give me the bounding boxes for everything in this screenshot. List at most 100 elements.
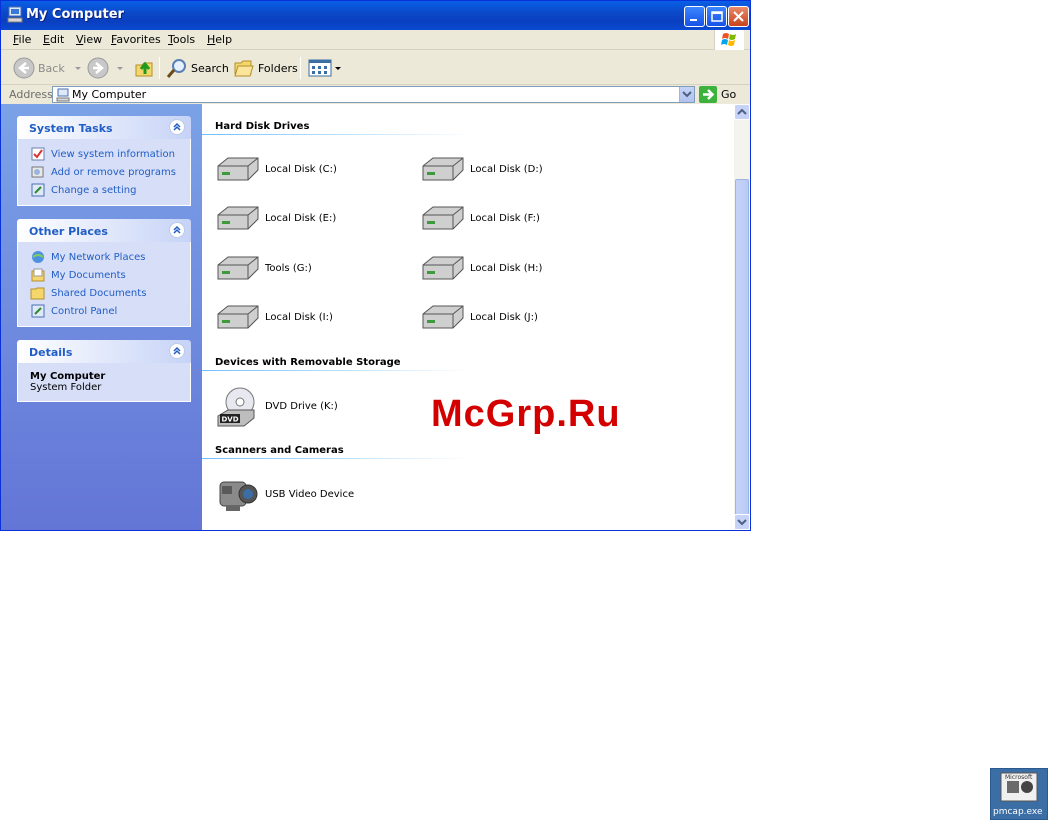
drive-item-k[interactable]: DVD DVD Drive (K:)	[216, 384, 338, 428]
address-input[interactable]: My Computer	[52, 86, 695, 103]
group-title-removable: Devices with Removable Storage	[215, 357, 401, 368]
other-places-header[interactable]: Other Places	[17, 219, 191, 242]
place-control-panel[interactable]: Control Panel	[30, 302, 190, 320]
chevron-down-icon	[74, 67, 81, 70]
double-chevron-up-icon	[173, 225, 181, 234]
maximize-icon	[711, 11, 723, 22]
address-label: Address	[9, 88, 53, 101]
dvd-drive-icon: DVD	[217, 387, 255, 427]
drive-item-j[interactable]: Local Disk (J:)	[421, 302, 538, 332]
menu-favorites[interactable]: Favorites	[111, 33, 161, 46]
menu-edit[interactable]: Edit	[43, 33, 64, 46]
back-arrow-icon	[13, 57, 35, 79]
collapse-button[interactable]	[169, 343, 185, 359]
drive-label: Local Disk (F:)	[470, 212, 540, 224]
task-view-system-information[interactable]: View system information	[30, 145, 190, 163]
forward-button[interactable]	[87, 55, 125, 81]
drive-label: Tools (G:)	[265, 262, 312, 274]
watermark-text: McGrp.Ru	[431, 393, 621, 435]
window-title: My Computer	[26, 7, 124, 22]
place-label: Control Panel	[51, 305, 118, 317]
system-info-icon	[31, 147, 45, 161]
drive-item-i[interactable]: Local Disk (I:)	[216, 302, 333, 332]
task-label: Change a setting	[51, 184, 137, 196]
folder-icon	[30, 287, 45, 300]
task-label: View system information	[51, 148, 175, 160]
drive-label: Local Disk (I:)	[265, 311, 333, 323]
back-button[interactable]: Back	[13, 55, 83, 81]
scroll-thumb[interactable]	[735, 179, 749, 515]
maximize-button[interactable]	[706, 6, 727, 27]
system-tasks-body: View system information Add or remove pr…	[17, 139, 191, 206]
place-my-network-places[interactable]: My Network Places	[30, 248, 190, 266]
device-label: USB Video Device	[265, 488, 355, 500]
hard-disk-icon	[217, 305, 259, 329]
drive-label: DVD Drive (K:)	[265, 400, 338, 412]
title-bar[interactable]: My Computer	[1, 1, 750, 30]
search-button[interactable]: Search	[166, 55, 229, 81]
system-tasks-panel: System Tasks View system information Add…	[17, 116, 191, 206]
menu-file[interactable]: File	[13, 33, 31, 46]
windows-logo	[714, 30, 744, 50]
views-icon	[308, 59, 332, 77]
drive-item-e[interactable]: Local Disk (E:)	[216, 203, 336, 233]
hard-disk-icon	[422, 206, 464, 230]
drive-item-h[interactable]: Local Disk (H:)	[421, 253, 542, 283]
scroll-up-button[interactable]	[734, 104, 750, 120]
vertical-scrollbar[interactable]	[734, 104, 750, 530]
other-places-panel: Other Places My Network Places My Docume…	[17, 219, 191, 327]
minimize-icon	[690, 19, 697, 21]
device-item-usb-video[interactable]: USB Video Device	[216, 474, 354, 514]
task-label: Add or remove programs	[51, 166, 176, 178]
address-dropdown-button[interactable]	[679, 87, 694, 102]
other-places-body: My Network Places My Documents Shared Do…	[17, 242, 191, 327]
address-value: My Computer	[72, 88, 147, 101]
place-shared-documents[interactable]: Shared Documents	[30, 284, 190, 302]
search-icon	[166, 59, 186, 78]
collapse-button[interactable]	[169, 119, 185, 135]
drive-label: Local Disk (D:)	[470, 163, 543, 175]
details-panel: Details My Computer System Folder	[17, 340, 191, 402]
desktop-icon-pmcap[interactable]: Microsoft pmcap.exe	[990, 768, 1048, 820]
place-my-documents[interactable]: My Documents	[30, 266, 190, 284]
drive-label: Local Disk (C:)	[265, 163, 337, 175]
minimize-button[interactable]	[684, 6, 705, 27]
up-folder-icon	[135, 61, 153, 77]
scroll-down-button[interactable]	[734, 514, 750, 530]
collapse-button[interactable]	[169, 222, 185, 238]
control-panel-icon	[31, 183, 45, 197]
drive-label: Local Disk (H:)	[470, 262, 543, 274]
menu-bar: File Edit View Favorites Tools Help	[1, 30, 750, 50]
drive-item-f[interactable]: Local Disk (F:)	[421, 203, 540, 233]
group-divider	[202, 458, 472, 459]
drive-item-g[interactable]: Tools (G:)	[216, 253, 312, 283]
windows-flag-icon	[721, 33, 736, 46]
details-name: My Computer	[30, 371, 106, 382]
hard-disk-icon	[217, 206, 259, 230]
drive-item-d[interactable]: Local Disk (D:)	[421, 154, 543, 184]
go-button[interactable]: Go	[699, 86, 747, 103]
menu-help[interactable]: Help	[207, 33, 232, 46]
details-header[interactable]: Details	[17, 340, 191, 363]
drive-label: Local Disk (J:)	[470, 311, 538, 323]
menu-tools[interactable]: Tools	[168, 33, 195, 46]
up-folder-button[interactable]	[134, 55, 156, 81]
task-add-remove-programs[interactable]: Add or remove programs	[30, 163, 190, 181]
folders-button[interactable]: Folders	[233, 55, 298, 81]
group-title-hard-disks: Hard Disk Drives	[215, 121, 310, 132]
system-tasks-header[interactable]: System Tasks	[17, 116, 191, 139]
chevron-down-icon	[117, 67, 123, 70]
views-button[interactable]	[308, 55, 342, 81]
my-computer-icon	[7, 6, 23, 23]
drive-item-c[interactable]: Local Disk (C:)	[216, 154, 337, 184]
chevron-up-icon	[737, 108, 747, 115]
group-title-scanners: Scanners and Cameras	[215, 445, 344, 456]
place-label: Shared Documents	[51, 287, 147, 299]
task-change-setting[interactable]: Change a setting	[30, 181, 190, 199]
hard-disk-icon	[422, 157, 464, 181]
close-button[interactable]	[728, 6, 749, 27]
network-places-icon	[32, 251, 44, 263]
toolbar-separator	[159, 57, 160, 79]
menu-view[interactable]: View	[76, 33, 102, 46]
chevron-down-icon	[335, 67, 341, 70]
